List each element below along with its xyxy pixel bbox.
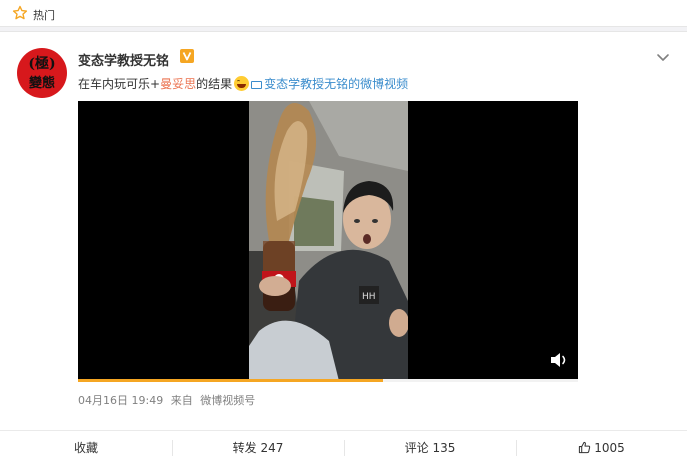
repost-button[interactable]: 转发 247 bbox=[172, 431, 344, 463]
video-link-label: 变态学教授无铭的微博视频 bbox=[264, 77, 409, 91]
avatar-text-bottom: 變態 bbox=[28, 76, 55, 91]
thumbs-up-icon bbox=[579, 441, 591, 454]
comment-button[interactable]: 评论 135 bbox=[344, 431, 516, 463]
source-prefix: 来自 bbox=[170, 394, 193, 407]
video-player[interactable]: HH bbox=[78, 101, 578, 381]
post-card: (極) 變態 变态学教授无铭 在车内玩可乐+曼妥思的结果 变态学教授无铭的微博视频 bbox=[0, 31, 687, 463]
video-progress-bar[interactable] bbox=[78, 379, 578, 382]
like-button[interactable]: 1005 bbox=[516, 431, 687, 463]
avatar-text-top: (極) bbox=[28, 56, 56, 72]
username-link[interactable]: 变态学教授无铭 bbox=[78, 50, 169, 69]
verified-badge-icon bbox=[180, 49, 194, 63]
source-link[interactable]: 微博视频号 bbox=[200, 394, 255, 407]
post-meta: 04月16日 19:49 来自 微博视频号 bbox=[78, 392, 259, 408]
feed-header: 热门 bbox=[0, 0, 687, 27]
video-link[interactable]: 变态学教授无铭的微博视频 bbox=[251, 77, 408, 91]
topic-link[interactable]: 曼妥思 bbox=[160, 77, 196, 91]
avatar[interactable]: (極) 變態 bbox=[17, 48, 67, 98]
feed-header-label: 热门 bbox=[33, 9, 55, 22]
post-text-part1: 在车内玩可乐+ bbox=[78, 77, 161, 91]
video-frame: HH bbox=[249, 101, 408, 381]
like-count: 1005 bbox=[594, 441, 625, 455]
post-text-part2: 的结果 bbox=[196, 77, 233, 91]
chevron-down-icon[interactable] bbox=[656, 52, 670, 62]
svg-text:HH: HH bbox=[362, 292, 376, 302]
favorite-label: 收藏 bbox=[73, 441, 98, 455]
video-icon bbox=[251, 81, 263, 89]
action-bar: 收藏 转发 247 评论 135 1005 bbox=[0, 430, 687, 463]
post-date[interactable]: 04月16日 19:49 bbox=[78, 394, 163, 407]
comment-label: 评论 135 bbox=[404, 441, 456, 455]
favorite-button[interactable]: 收藏 bbox=[0, 431, 172, 463]
post-text: 在车内玩可乐+曼妥思的结果 变态学教授无铭的微博视频 bbox=[78, 75, 408, 92]
laughing-emoji-icon bbox=[234, 76, 250, 91]
repost-label: 转发 247 bbox=[232, 441, 284, 455]
volume-icon[interactable] bbox=[550, 352, 570, 368]
star-outline-icon bbox=[12, 5, 28, 20]
video-progress-fill bbox=[78, 379, 383, 382]
video-still-image: HH bbox=[249, 101, 408, 381]
